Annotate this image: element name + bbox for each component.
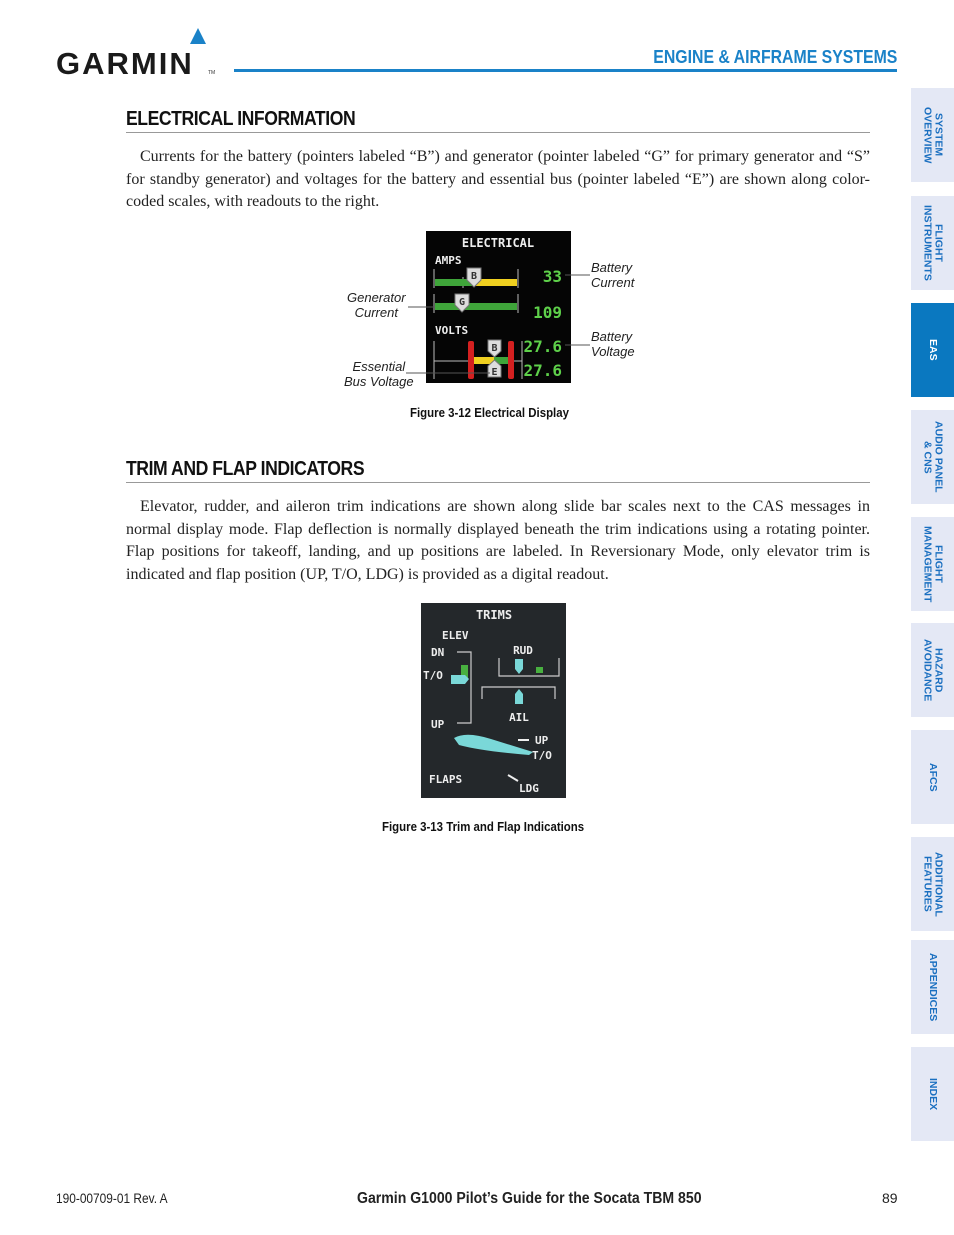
tab-eas[interactable]: EAS [911, 303, 954, 397]
rud-label: RUD [513, 644, 533, 657]
page-number: 89 [882, 1190, 898, 1206]
flaps-label: FLAPS [429, 773, 462, 786]
tab-system-overview[interactable]: SYSTEM OVERVIEW [911, 88, 954, 182]
callout-generator-current: Generator Current [347, 290, 406, 320]
ail-label: AIL [509, 711, 529, 724]
footer-doc-number: 190-00709-01 Rev. A [56, 1190, 168, 1206]
figure-caption-3-13: Figure 3-13 Trim and Flap Indications [382, 819, 585, 834]
paragraph-trim-flap: Elevator, rudder, and aileron trim indic… [126, 498, 870, 583]
logo-text: GARMIN [56, 46, 194, 81]
tab-afcs[interactable]: AFCS [911, 730, 954, 824]
elev-dn-label: DN [431, 646, 444, 659]
rud-to-band [536, 667, 543, 673]
flap-ldg-label: LDG [519, 782, 539, 795]
chapter-title: ENGINE & AIRFRAME SYSTEMS [652, 47, 897, 67]
logo-triangle-icon [190, 28, 206, 44]
paragraph-electrical: Currents for the battery (pointers label… [126, 148, 870, 210]
flap-to-label: T/O [532, 749, 552, 762]
elev-to-label: T/O [423, 669, 443, 682]
flap-up-label: UP [535, 734, 549, 747]
tab-audio-panel-cns[interactable]: AUDIO PANEL & CNS [911, 410, 954, 504]
elev-label: ELEV [442, 629, 469, 642]
elev-up-label: UP [431, 718, 445, 731]
trims-title: TRIMS [476, 608, 512, 622]
header-rule [234, 69, 897, 72]
tab-index[interactable]: INDEX [911, 1047, 954, 1141]
figure-caption-3-12: Figure 3-12 Electrical Display [410, 405, 569, 420]
callout-battery-voltage: Battery Voltage [591, 329, 635, 359]
callout-battery-current: Battery Current [591, 260, 635, 290]
section-heading-electrical: ELECTRICAL INFORMATION [126, 108, 870, 133]
callout-ess-bus-voltage: Essential Bus Voltage [344, 359, 414, 389]
logo-trademark: TM [208, 70, 216, 76]
garmin-logo: GARMIN TM [56, 28, 221, 81]
section-heading-trim-flap: TRIM AND FLAP INDICATORS [126, 458, 870, 483]
trims-display: TRIMS ELEV DN T/O UP RUD AIL UP T/O FLAP… [421, 603, 566, 798]
tab-additional-features[interactable]: ADDITIONAL FEATURES [911, 837, 954, 931]
tab-flight-management[interactable]: FLIGHT MANAGEMENT [911, 517, 954, 611]
tab-appendices[interactable]: APPENDICES [911, 940, 954, 1034]
tab-hazard-avoidance[interactable]: HAZARD AVOIDANCE [911, 623, 954, 717]
footer-title: Garmin G1000 Pilot’s Guide for the Socat… [357, 1190, 702, 1207]
tab-flight-instruments[interactable]: FLIGHT INSTRUMENTS [911, 196, 954, 290]
